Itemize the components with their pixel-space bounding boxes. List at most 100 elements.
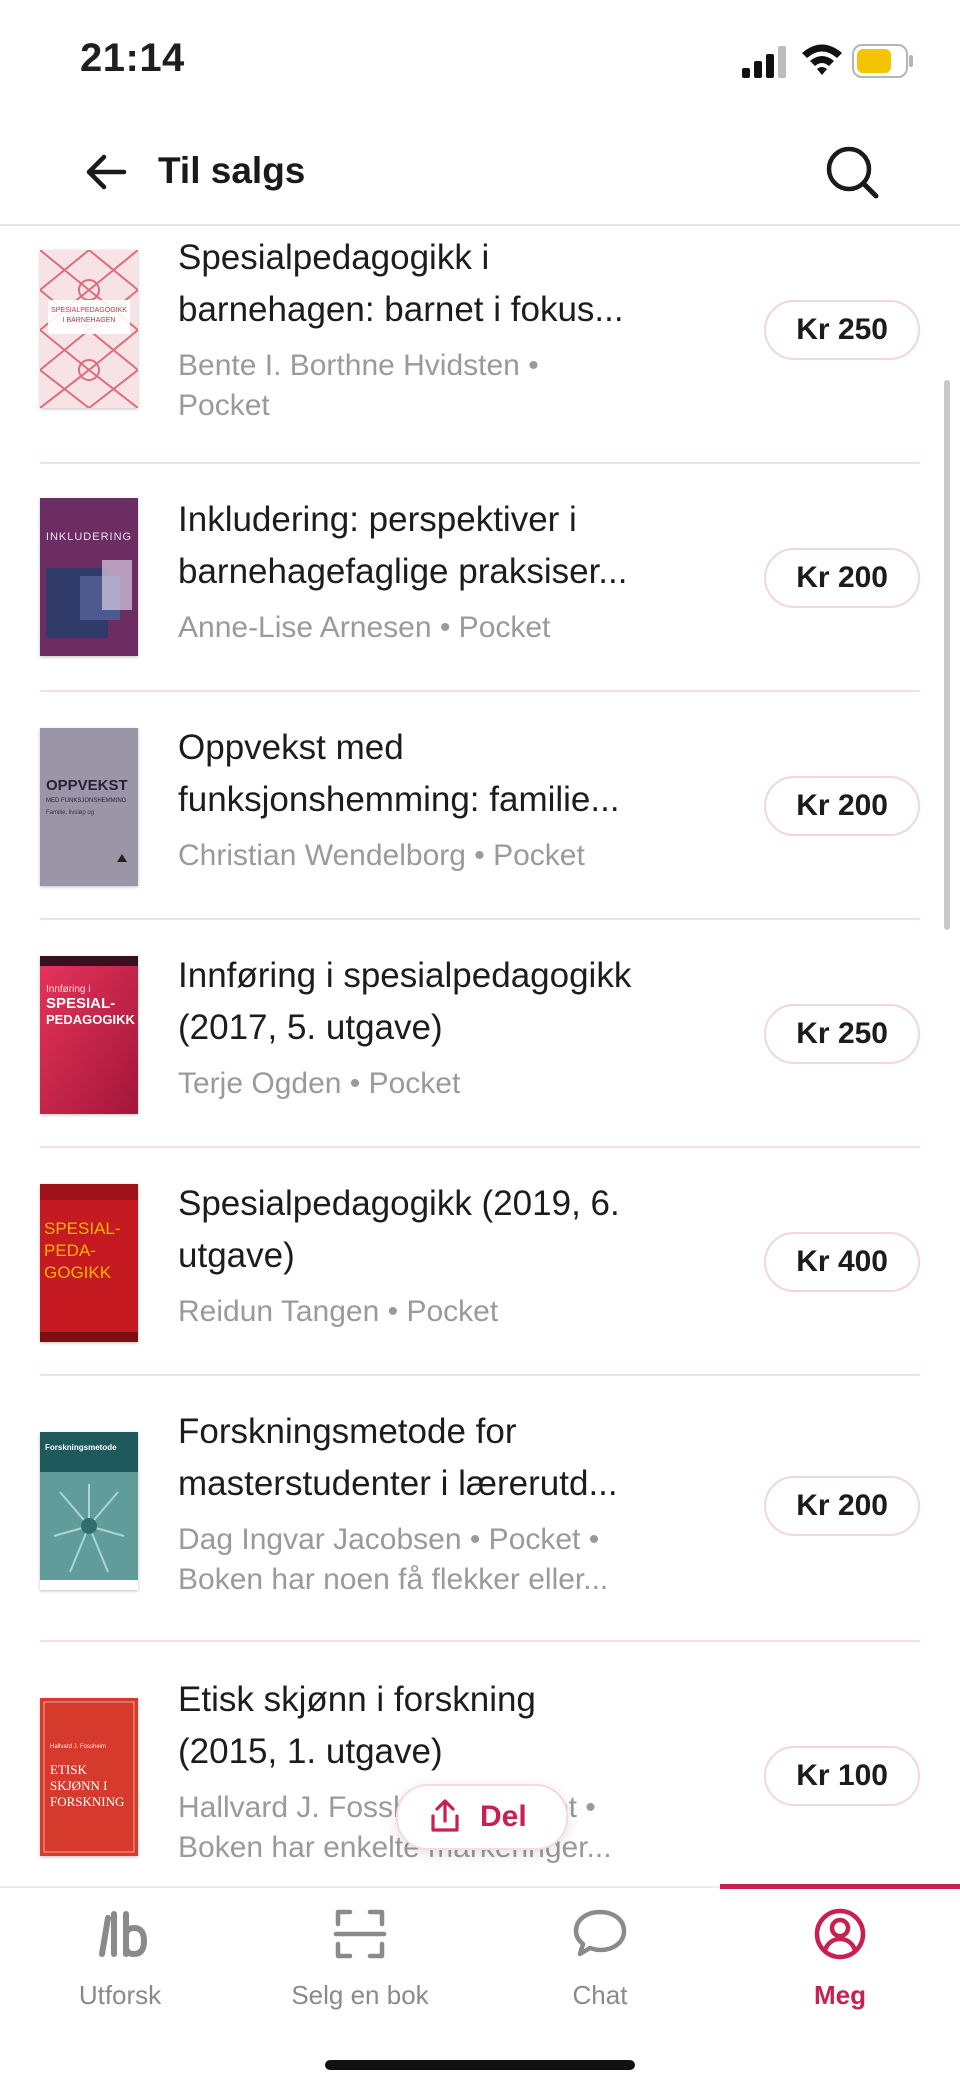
book-title: Etisk skjønn i forskning (2015, 1. utgav… bbox=[178, 1674, 718, 1778]
lb-logo-icon bbox=[99, 1911, 148, 1958]
book-title-line: Spesialpedagogikk i bbox=[178, 238, 490, 277]
book-format-line: Pocket bbox=[178, 389, 270, 422]
book-title-line: Innføring i spesialpedagogikk bbox=[178, 956, 632, 995]
book-title-line: Oppvekst med bbox=[178, 728, 404, 767]
svg-text:PEDA-: PEDA- bbox=[44, 1241, 96, 1260]
tab-label: Utforsk bbox=[78, 1980, 162, 2010]
list-item[interactable]: SPESIALPEDAGOGIKK I BARNEHAGEN Spesialpe… bbox=[0, 226, 960, 462]
book-title: Forskningsmetode for masterstudenter i l… bbox=[178, 1406, 718, 1510]
book-title-line: barnehagen: barnet i fokus... bbox=[178, 290, 624, 329]
svg-text:Innføring i: Innføring i bbox=[46, 984, 90, 995]
price-badge[interactable]: Kr 250 bbox=[764, 1004, 920, 1064]
user-circle-icon bbox=[814, 1908, 866, 1960]
svg-text:SPESIALPEDAGOGIKK: SPESIALPEDAGOGIKK bbox=[51, 307, 127, 314]
book-title-line: (2017, 5. utgave) bbox=[178, 1008, 443, 1047]
svg-text:Hallvard J. Fossheim: Hallvard J. Fossheim bbox=[50, 1744, 106, 1750]
price-badge[interactable]: Kr 200 bbox=[764, 548, 920, 608]
list-item[interactable]: INKLUDERING Inkludering: perspektiver i … bbox=[0, 464, 960, 692]
svg-text:PEDAGOGIKK: PEDAGOGIKK bbox=[46, 1012, 135, 1027]
book-cover-image: Hallvard J. Fossheim ETISK SKJØNN I FORS… bbox=[40, 1698, 138, 1856]
scan-icon bbox=[333, 1909, 387, 1959]
book-cover-image: SPESIALPEDAGOGIKK I BARNEHAGEN bbox=[40, 250, 138, 408]
home-indicator bbox=[325, 2060, 635, 2070]
book-meta: Christian Wendelborg • Pocket bbox=[178, 836, 718, 876]
book-author-line: Terje Ogden • Pocket bbox=[178, 1067, 461, 1100]
price-badge[interactable]: Kr 200 bbox=[764, 1476, 920, 1536]
book-title-line: utgave) bbox=[178, 1236, 295, 1275]
book-meta: Terje Ogden • Pocket bbox=[178, 1064, 718, 1104]
book-author-line: Reidun Tangen • Pocket bbox=[178, 1295, 499, 1328]
cellular-signal-icon bbox=[742, 46, 786, 78]
book-title-line: (2015, 1. utgave) bbox=[178, 1732, 443, 1771]
book-title-line: Inkludering: perspektiver i bbox=[178, 500, 577, 539]
book-cover-image: INKLUDERING bbox=[40, 498, 138, 656]
share-button[interactable]: Del bbox=[396, 1784, 568, 1850]
svg-text:MED FUNKSJONSHEMMING: MED FUNKSJONSHEMMING bbox=[46, 798, 127, 804]
svg-text:Familie, livsløp og: Familie, livsløp og bbox=[46, 810, 94, 816]
book-title: Spesialpedagogikk (2019, 6. utgave) bbox=[178, 1178, 718, 1282]
book-title: Spesialpedagogikk i barnehagen: barnet i… bbox=[178, 232, 718, 336]
svg-text:FORSKNING: FORSKNING bbox=[50, 1794, 124, 1809]
book-author-line: Christian Wendelborg • Pocket bbox=[178, 839, 585, 872]
back-arrow-icon[interactable] bbox=[80, 144, 136, 200]
svg-text:ETISK: ETISK bbox=[50, 1762, 87, 1777]
share-icon bbox=[431, 1799, 459, 1832]
tab-chat[interactable]: Chat bbox=[480, 1888, 720, 2028]
svg-text:I BARNEHAGEN: I BARNEHAGEN bbox=[63, 317, 116, 324]
tab-utforsk[interactable]: Utforsk bbox=[0, 1888, 240, 2028]
svg-text:OPPVEKST: OPPVEKST bbox=[46, 777, 128, 794]
book-meta: Reidun Tangen • Pocket bbox=[178, 1292, 718, 1332]
list-item[interactable]: OPPVEKST MED FUNKSJONSHEMMING Familie, l… bbox=[0, 692, 960, 920]
price-badge[interactable]: Kr 200 bbox=[764, 776, 920, 836]
list-item[interactable]: Innføring i SPESIAL- PEDAGOGIKK Innførin… bbox=[0, 920, 960, 1148]
page-title: Til salgs bbox=[158, 150, 306, 191]
book-cover-image: OPPVEKST MED FUNKSJONSHEMMING Familie, l… bbox=[40, 728, 138, 886]
book-meta: Bente I. Borthne Hvidsten • Pocket bbox=[178, 346, 718, 426]
svg-text:SPESIAL-: SPESIAL- bbox=[44, 1219, 121, 1238]
share-label: Del bbox=[480, 1800, 527, 1833]
book-title: Inkludering: perspektiver i barnehagefag… bbox=[178, 494, 718, 598]
tab-label: Meg bbox=[814, 1980, 866, 2010]
book-cover-image: Innføring i SPESIAL- PEDAGOGIKK bbox=[40, 956, 138, 1114]
status-time: 21:14 bbox=[80, 36, 185, 80]
tab-selg-en-bok[interactable]: Selg en bok bbox=[240, 1888, 480, 2028]
book-title-line: barnehagefaglige praksiser... bbox=[178, 552, 628, 591]
book-title-line: Forskningsmetode for bbox=[178, 1412, 517, 1451]
book-title-line: funksjonshemming: familie... bbox=[178, 780, 620, 819]
price-badge[interactable]: Kr 250 bbox=[764, 300, 920, 360]
tab-label: Chat bbox=[572, 1980, 628, 2010]
tab-label: Selg en bok bbox=[291, 1980, 429, 2010]
book-title-line: Etisk skjønn i forskning bbox=[178, 1680, 536, 1719]
book-title-line: Spesialpedagogikk (2019, 6. bbox=[178, 1184, 620, 1223]
svg-text:SPESIAL-: SPESIAL- bbox=[46, 995, 115, 1012]
wifi-icon bbox=[802, 44, 842, 75]
price-badge[interactable]: Kr 100 bbox=[764, 1746, 920, 1806]
book-list: SPESIALPEDAGOGIKK I BARNEHAGEN Spesialpe… bbox=[0, 226, 960, 1886]
svg-text:Forskningsmetode: Forskningsmetode bbox=[45, 1443, 117, 1452]
battery-icon bbox=[852, 44, 913, 78]
search-icon[interactable] bbox=[822, 142, 882, 202]
book-author-line: Dag Ingvar Jacobsen • Pocket • bbox=[178, 1523, 600, 1556]
svg-text:SKJØNN I: SKJØNN I bbox=[50, 1778, 107, 1793]
chat-bubble-icon bbox=[573, 1909, 627, 1957]
tab-bar: Utforsk Selg en bok Chat Meg bbox=[0, 1884, 960, 2080]
svg-text:INKLUDERING: INKLUDERING bbox=[46, 531, 132, 543]
book-meta: Dag Ingvar Jacobsen • Pocket • Boken har… bbox=[178, 1520, 718, 1600]
book-title: Innføring i spesialpedagogikk (2017, 5. … bbox=[178, 950, 718, 1054]
list-item[interactable]: Forskningsmetode Forskningsmetode for ma… bbox=[0, 1376, 960, 1640]
book-note-line: Boken har noen få flekker eller... bbox=[178, 1563, 609, 1596]
svg-text:GOGIKK: GOGIKK bbox=[44, 1263, 112, 1282]
book-meta: Anne-Lise Arnesen • Pocket bbox=[178, 608, 718, 648]
status-bar: 21:14 bbox=[0, 0, 960, 120]
book-cover-image: SPESIAL- PEDA- GOGIKK bbox=[40, 1184, 138, 1342]
book-title: Oppvekst med funksjonshemming: familie..… bbox=[178, 722, 718, 826]
tab-meg[interactable]: Meg bbox=[720, 1888, 960, 2028]
list-item[interactable]: SPESIAL- PEDA- GOGIKK Spesialpedagogikk … bbox=[0, 1148, 960, 1376]
book-author-line: Anne-Lise Arnesen • Pocket bbox=[178, 611, 551, 644]
scrollbar[interactable] bbox=[944, 380, 950, 930]
app-header: Til salgs bbox=[0, 120, 960, 226]
book-title-line: masterstudenter i lærerutd... bbox=[178, 1464, 618, 1503]
book-author-line: Bente I. Borthne Hvidsten • bbox=[178, 349, 539, 382]
book-cover-image: Forskningsmetode bbox=[40, 1432, 138, 1590]
price-badge[interactable]: Kr 400 bbox=[764, 1232, 920, 1292]
